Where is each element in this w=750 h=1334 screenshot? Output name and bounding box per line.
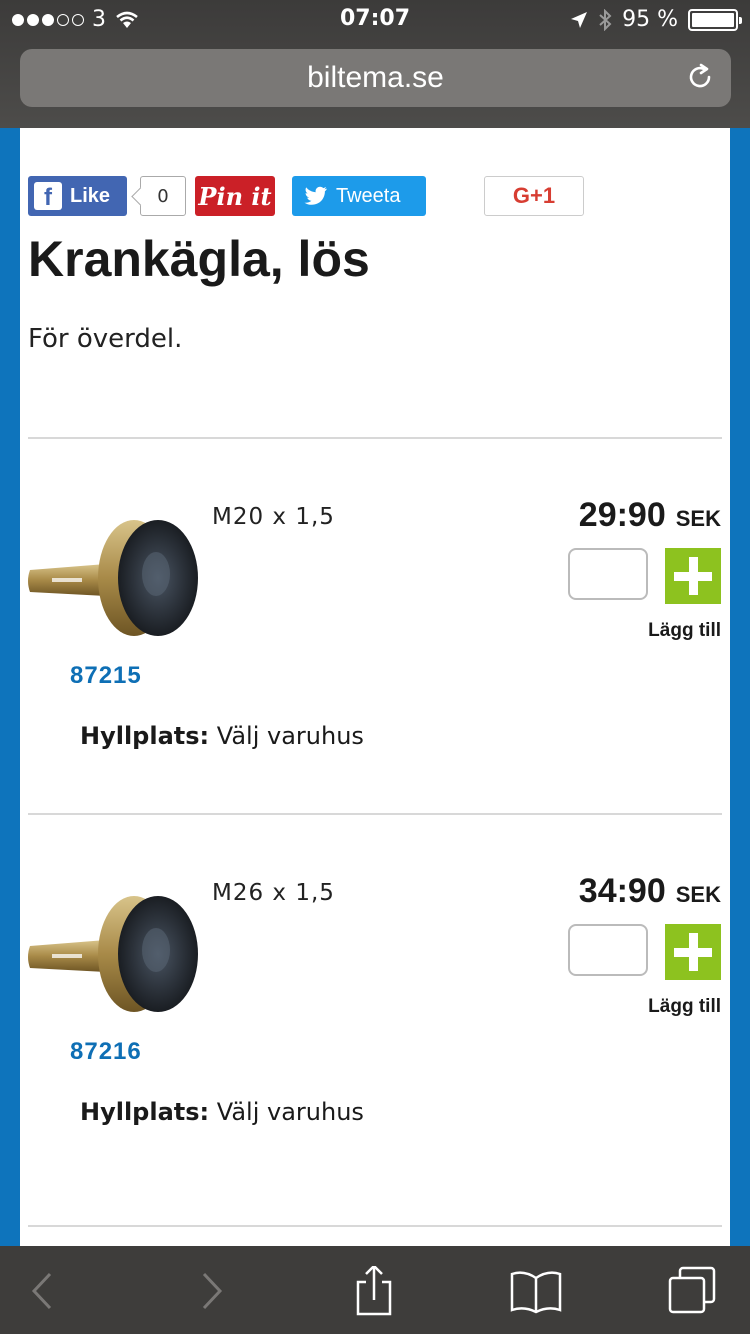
shelf-label: Hyllplats:: [80, 722, 210, 750]
location-icon: [571, 11, 588, 28]
price-currency: SEK: [675, 506, 721, 531]
forward-icon[interactable]: [182, 1266, 238, 1316]
add-to-cart-button[interactable]: [665, 548, 721, 604]
page-content: f Like 0 Pin it Tweeta G+1 Krankägla, lö…: [20, 128, 730, 1246]
divider: [28, 1225, 722, 1227]
google-plus-button[interactable]: G+1: [484, 176, 584, 216]
tweet-button[interactable]: Tweeta: [292, 176, 426, 216]
shelf-value-link[interactable]: Välj varuhus: [217, 722, 364, 750]
price-value: 34:90: [578, 872, 666, 910]
tabs-icon[interactable]: [664, 1266, 720, 1316]
product-variant-row: M26 x 1,5 34:90 SEK Lägg till 87216 Hyll…: [20, 816, 730, 1192]
product-description: För överdel.: [28, 324, 183, 354]
product-image[interactable]: [28, 512, 198, 642]
divider: [28, 813, 722, 815]
share-icon[interactable]: [346, 1266, 402, 1316]
browser-chrome: 3 07:07 95 % biltema.se: [0, 0, 750, 128]
bookmarks-icon[interactable]: [508, 1266, 564, 1316]
url-text: biltema.se: [307, 61, 444, 94]
reload-icon[interactable]: [685, 62, 715, 92]
shelf-location: Hyllplats: Välj varuhus: [80, 722, 364, 750]
article-number-link[interactable]: 87215: [70, 662, 142, 690]
facebook-icon: f: [34, 182, 62, 211]
add-to-cart-label[interactable]: Lägg till: [648, 996, 721, 1018]
add-to-cart-button[interactable]: [665, 924, 721, 980]
page-title: Krankägla, lös: [28, 231, 370, 287]
price: 29:90 SEK: [579, 496, 721, 535]
variant-spec: M26 x 1,5: [212, 880, 335, 906]
pinterest-button[interactable]: Pin it: [195, 176, 275, 216]
shelf-location: Hyllplats: Välj varuhus: [80, 1098, 364, 1126]
back-icon[interactable]: [16, 1266, 72, 1316]
facebook-like-button[interactable]: f Like: [28, 176, 127, 216]
add-to-cart-label[interactable]: Lägg till: [648, 620, 721, 642]
status-right: 95 %: [570, 7, 742, 32]
price-value: 29:90: [578, 496, 666, 534]
twitter-bird-icon: [304, 186, 327, 205]
status-bar: 3 07:07 95 %: [0, 0, 750, 40]
browser-toolbar: [0, 1246, 750, 1334]
article-number-link[interactable]: 87216: [70, 1038, 142, 1066]
battery-icon: [688, 8, 742, 31]
battery-percent: 95 %: [622, 7, 678, 32]
bluetooth-icon: [599, 8, 612, 31]
quantity-input[interactable]: [568, 548, 648, 600]
shelf-value-link[interactable]: Välj varuhus: [217, 1098, 364, 1126]
product-variant-row: M20 x 1,5 29:90 SEK Lägg till 87215 Hyll…: [20, 440, 730, 816]
quantity-input[interactable]: [568, 924, 648, 976]
product-image[interactable]: [28, 888, 198, 1018]
url-bar[interactable]: biltema.se: [20, 49, 731, 107]
shelf-label: Hyllplats:: [80, 1098, 210, 1126]
price: 34:90 SEK: [579, 872, 721, 911]
variant-spec: M20 x 1,5: [212, 504, 335, 530]
price-currency: SEK: [675, 882, 721, 907]
like-label: Like: [70, 184, 111, 207]
like-count: 0: [140, 176, 186, 216]
divider: [28, 437, 722, 439]
page-frame: f Like 0 Pin it Tweeta G+1 Krankägla, lö…: [0, 128, 750, 1246]
social-buttons: f Like 0 Pin it Tweeta G+1: [28, 176, 728, 216]
tweet-label: Tweeta: [336, 184, 401, 207]
